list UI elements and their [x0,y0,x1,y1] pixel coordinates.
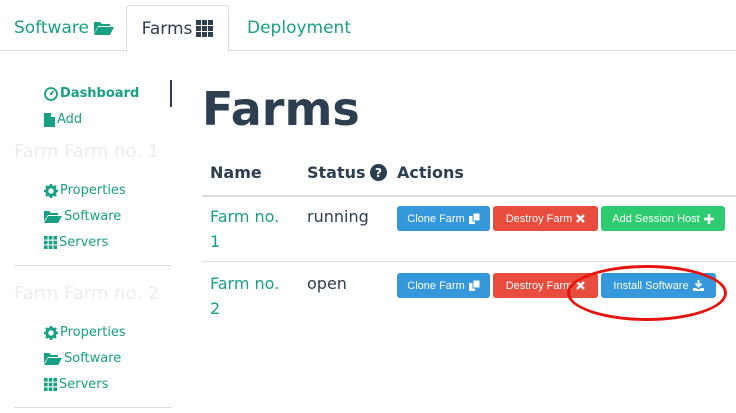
farm-name-link[interactable]: Farm no. 2 [210,271,290,321]
times-icon [576,281,586,290]
clone-farm-button[interactable]: Clone Farm [397,273,490,298]
sidebar-divider [14,407,172,408]
tab-deployment-label: Deployment [247,18,351,38]
file-icon [44,112,55,127]
farm-name-link[interactable]: Farm no. 1 [210,204,290,254]
sidebar-farm-1-properties[interactable]: Properties [44,183,126,198]
clone-farm-button-label: Clone Farm [407,212,465,225]
column-header-status: Status ? [307,163,387,182]
active-indicator [170,80,172,107]
copy-icon [468,280,480,291]
sidebar-item-add[interactable]: Add [44,112,82,127]
folder-open-icon [44,210,62,223]
sidebar-farm-2-software-label: Software [64,351,122,366]
sidebar-farm-1-heading: Farm Farm no. 1 [14,141,160,162]
tab-deployment[interactable]: Deployment [247,5,351,51]
sidebar-farm-2-properties-label: Properties [60,325,126,340]
farm-status: running [307,207,369,226]
sidebar-item-dashboard-label: Dashboard [60,86,140,101]
tab-farms[interactable]: Farms [126,5,229,52]
add-session-host-button-label: Add Session Host [612,212,700,225]
sidebar-farm-1-servers[interactable]: Servers [44,235,108,250]
folder-open-icon [93,20,115,36]
plus-icon [703,213,714,224]
sidebar-farm-2-heading: Farm Farm no. 2 [14,283,160,304]
grid-icon [44,378,57,391]
tab-bar: Software Farms Deployment [0,0,736,52]
grid-icon [196,20,214,37]
sidebar-farm-1-servers-label: Servers [59,235,109,250]
table-row-divider [202,261,736,262]
sidebar-farm-2-properties[interactable]: Properties [44,325,126,340]
farm-status: open [307,274,347,293]
sidebar-item-dashboard[interactable]: Dashboard [44,86,139,101]
install-software-button[interactable]: Install Software [601,273,716,298]
destroy-farm-button-label: Destroy Farm [505,212,573,225]
table-header-divider [202,195,736,197]
download-icon [692,280,704,291]
help-icon[interactable]: ? [369,164,387,181]
tab-software-label: Software [14,18,89,38]
page-title: Farms [202,82,360,136]
sidebar-divider [14,265,172,266]
column-header-name: Name [210,163,262,182]
grid-icon [44,236,57,249]
sidebar-farm-2-servers-label: Servers [59,377,109,392]
column-header-status-label: Status [307,163,366,182]
sidebar-farm-2-software[interactable]: Software [44,351,121,366]
column-header-actions: Actions [397,163,464,182]
sidebar-farm-1-software[interactable]: Software [44,209,121,224]
destroy-farm-button-label: Destroy Farm [505,279,573,292]
tab-software[interactable]: Software [14,5,115,51]
gear-icon [44,183,58,198]
destroy-farm-button[interactable]: Destroy Farm [493,273,598,298]
times-icon [576,214,586,223]
sidebar-item-add-label: Add [57,112,83,127]
copy-icon [468,213,480,224]
sidebar-farm-1-software-label: Software [64,209,122,224]
install-software-button-label: Install Software [613,279,689,292]
dashboard-icon [44,86,58,101]
destroy-farm-button[interactable]: Destroy Farm [493,206,598,231]
clone-farm-button[interactable]: Clone Farm [397,206,490,231]
gear-icon [44,325,58,340]
tab-farms-label: Farms [141,18,193,39]
svg-text:?: ? [375,166,382,180]
sidebar-farm-1-properties-label: Properties [60,183,126,198]
add-session-host-button[interactable]: Add Session Host [601,206,725,231]
folder-open-icon [44,352,62,365]
sidebar-farm-2-servers[interactable]: Servers [44,377,108,392]
clone-farm-button-label: Clone Farm [407,279,465,292]
